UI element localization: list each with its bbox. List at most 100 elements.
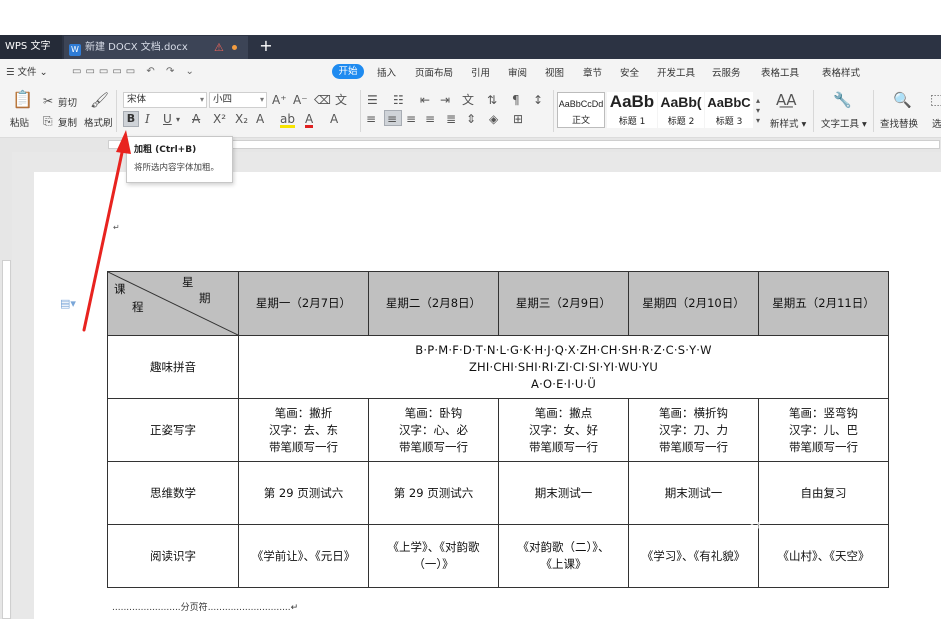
table-cell[interactable]: 期末测试一: [498, 461, 629, 525]
gallery-scroll-icon[interactable]: ▴ ▾ ▾: [756, 96, 760, 126]
style-heading-3[interactable]: AaBbC 标题 3: [705, 92, 753, 128]
table-cell[interactable]: 笔画：竖弯钩 汉字：儿、巴 带笔顺写一行: [758, 398, 889, 462]
table-cell[interactable]: 笔画：撇点 汉字：女、好 带笔顺写一行: [498, 398, 629, 462]
new-style-icon[interactable]: A͟A: [776, 93, 797, 108]
header-cell[interactable]: 星期五（2月11日）: [758, 271, 889, 336]
justify-icon[interactable]: ≡: [425, 113, 435, 125]
paste-icon[interactable]: 📋: [12, 92, 33, 109]
table-cell[interactable]: 《对韵歌（二）》、 《上课》: [498, 524, 629, 588]
table-cell[interactable]: 《学前让》、《元日》: [238, 524, 369, 588]
diagonal-line: [108, 272, 238, 335]
line-spacing-icon[interactable]: ⇕: [466, 113, 476, 125]
bullets-icon[interactable]: ☰: [367, 94, 378, 106]
subject-cell[interactable]: 思维数学: [107, 461, 239, 525]
font-name-select[interactable]: 宋体 ▾: [123, 92, 207, 108]
char-shading-icon[interactable]: A: [330, 113, 338, 125]
increase-indent-icon[interactable]: ⇥: [440, 94, 450, 106]
table-cell[interactable]: 笔画：撇折 汉字：去、东 带笔顺写一行: [238, 398, 369, 462]
align-left-icon[interactable]: ≡: [366, 113, 376, 125]
text-effect-icon[interactable]: A: [256, 113, 264, 125]
show-marks-icon[interactable]: ¶: [512, 94, 520, 106]
bold-button[interactable]: B: [123, 111, 139, 127]
underline-icon[interactable]: U: [163, 113, 172, 125]
copy-button[interactable]: 复制: [58, 115, 77, 129]
strikethrough-icon[interactable]: A: [192, 113, 200, 125]
search-icon[interactable]: 🔍: [893, 93, 912, 108]
tab-developer[interactable]: 开发工具: [657, 65, 695, 79]
tab-references[interactable]: 引用: [471, 65, 490, 79]
select-icon[interactable]: ⬚: [930, 93, 941, 107]
sort-icon[interactable]: ⇅: [487, 94, 497, 106]
schedule-table[interactable]: 星 期 课 程 星期一（2月7日） 星期二（2月8日） 星期三（2月9日） 星期…: [107, 271, 889, 588]
line-spacing-icon[interactable]: ↕: [533, 94, 543, 106]
header-label: 星期一（2月7日）: [255, 296, 352, 310]
shrink-font-icon[interactable]: A⁻: [293, 94, 308, 106]
superscript-icon[interactable]: X²: [213, 113, 226, 125]
header-cell[interactable]: 星期一（2月7日）: [238, 271, 369, 336]
table-cell[interactable]: 第 29 页测试六: [368, 461, 499, 525]
borders-icon[interactable]: ⊞: [513, 113, 523, 125]
subject-cell[interactable]: 正姿写字: [107, 398, 239, 462]
italic-icon[interactable]: I: [145, 113, 150, 125]
style-heading-2[interactable]: AaBb(标题 2: [658, 92, 704, 128]
grow-font-icon[interactable]: A⁺: [272, 94, 287, 106]
decrease-indent-icon[interactable]: ⇤: [420, 94, 430, 106]
table-cell[interactable]: 《上学》、《对韵歌 （一）》: [368, 524, 499, 588]
tab-table-tools[interactable]: 表格工具: [761, 65, 799, 79]
subject-cell[interactable]: 趣味拼音: [107, 335, 239, 399]
window-top-area: [0, 0, 941, 35]
table-cell[interactable]: 自由复习: [758, 461, 889, 525]
pinyin-merged-cell[interactable]: B·P·M·F·D·T·N·L·G·K·H·J·Q·X·ZH·CH·SH·R·Z…: [238, 335, 889, 399]
text-tools-button[interactable]: 文字工具 ▾: [821, 116, 867, 130]
tab-start[interactable]: 开始: [332, 64, 364, 79]
corner-cell[interactable]: 星 期 课 程: [107, 271, 239, 336]
find-replace-button[interactable]: 查找替换: [880, 116, 918, 130]
table-cell[interactable]: 笔画：卧钩 汉字：心、必 带笔顺写一行: [368, 398, 499, 462]
table-cell[interactable]: 第 29 页测试六: [238, 461, 369, 525]
format-painter-icon[interactable]: 🖌: [90, 93, 109, 108]
table-handle-icon[interactable]: ▤▾: [60, 297, 76, 310]
font-size-select[interactable]: 小四 ▾: [209, 92, 267, 108]
chevron-down-icon[interactable]: ▾: [176, 114, 180, 126]
table-cell[interactable]: 笔画：横折钩 汉字：刀、力 带笔顺写一行: [628, 398, 759, 462]
new-tab-button[interactable]: +: [258, 35, 274, 59]
format-painter-button[interactable]: 格式刷: [84, 115, 113, 129]
style-heading-1[interactable]: AaBb 标题 1: [607, 92, 657, 128]
table-cell[interactable]: 《学习》、《有礼貌》: [628, 524, 759, 588]
subscript-icon[interactable]: X₂: [235, 113, 248, 125]
header-cell[interactable]: 星期二（2月8日）: [368, 271, 499, 336]
tab-security[interactable]: 安全: [620, 65, 639, 79]
phonetic-icon[interactable]: 文: [335, 94, 347, 106]
tab-chapter[interactable]: 章节: [583, 65, 602, 79]
app-tab-wps[interactable]: WPS 文字: [0, 35, 62, 59]
tab-insert[interactable]: 插入: [377, 65, 396, 79]
tab-table-style[interactable]: 表格样式: [822, 65, 860, 79]
tab-cloud[interactable]: 云服务: [712, 65, 741, 79]
tab-review[interactable]: 审阅: [508, 65, 527, 79]
clear-format-icon[interactable]: ⌫: [314, 94, 331, 106]
distribute-icon[interactable]: ≣: [446, 113, 456, 125]
shading-icon[interactable]: ◈: [489, 113, 498, 125]
font-color-icon[interactable]: A: [305, 113, 314, 128]
subject-cell[interactable]: 阅读识字: [107, 524, 239, 588]
vertical-ruler-track[interactable]: [2, 260, 11, 619]
chinese-layout-icon[interactable]: 文: [462, 94, 474, 106]
document-tab[interactable]: W 新建 DOCX 文档.docx ⚠: [64, 36, 248, 59]
align-center-icon[interactable]: ≡: [387, 113, 397, 125]
highlight-icon[interactable]: ab: [280, 113, 295, 128]
new-style-button[interactable]: 新样式 ▾: [770, 116, 806, 130]
cut-button[interactable]: 剪切: [58, 95, 77, 109]
header-cell[interactable]: 星期三（2月9日）: [498, 271, 629, 336]
align-right-icon[interactable]: ≡: [406, 113, 416, 125]
tab-page-layout[interactable]: 页面布局: [415, 65, 453, 79]
numbering-icon[interactable]: ☷: [393, 94, 404, 106]
tab-view[interactable]: 视图: [545, 65, 564, 79]
header-cell[interactable]: 星期四（2月10日）: [628, 271, 759, 336]
select-button[interactable]: 选: [932, 116, 941, 130]
style-normal[interactable]: AaBbCcDd 正文: [557, 92, 605, 128]
file-menu[interactable]: ☰ 文件 ⌄: [6, 64, 48, 78]
table-cell[interactable]: 期末测试一: [628, 461, 759, 525]
paste-button[interactable]: 粘贴: [10, 115, 29, 129]
wrench-icon[interactable]: 🔧: [833, 93, 852, 108]
quick-access-toolbar[interactable]: ▭▭▭▭▭ ↶ ↷ ⌄: [72, 66, 198, 77]
